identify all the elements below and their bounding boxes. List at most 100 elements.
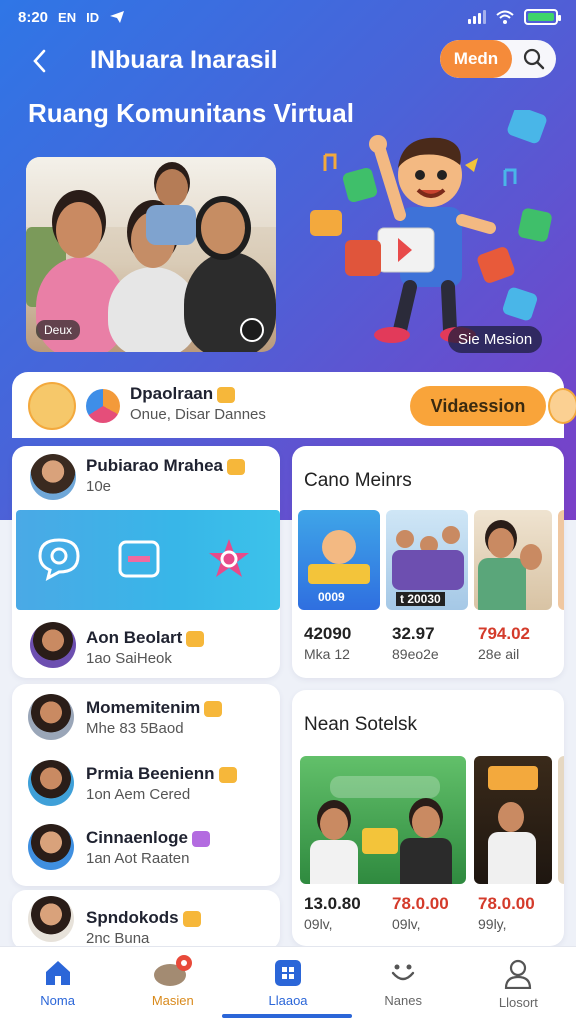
item-stat: 42090 — [304, 624, 352, 643]
item-stat: 794.02 — [478, 624, 530, 643]
pet-icon — [153, 955, 192, 986]
left-card-primary: Pubiarao Mrahea 10e Aon Beolart 1ao SaiH… — [12, 446, 280, 678]
user-name: Spndokods — [86, 908, 201, 928]
nav-label: Nanes — [384, 993, 422, 1008]
thumbnail[interactable]: t 20030 — [386, 510, 468, 610]
user-name: Prmia Beenienn — [86, 764, 237, 784]
hero-photo[interactable]: Deux — [26, 157, 276, 352]
back-button[interactable] — [22, 44, 56, 78]
featured-title: Dpaolraan — [130, 384, 236, 404]
section-new: Nean Sotelsk 13.0.80 09lv, 78.0.00 09lv,… — [292, 690, 564, 946]
item-sub: 09lv, — [304, 916, 333, 932]
avatar — [28, 896, 74, 942]
status-time: 8:20 — [18, 8, 49, 26]
nav-profile[interactable]: Llosort — [461, 947, 576, 1024]
featured-subtitle: Onue, Disar Dannes — [130, 406, 266, 423]
user-meta: 10e — [86, 478, 112, 495]
share-banner[interactable] — [16, 510, 280, 610]
item-stat: 78.0.00 — [392, 894, 449, 913]
nav-label: Llosort — [498, 995, 538, 1010]
thumbnail[interactable] — [300, 756, 466, 884]
illustration-caption: Sie Mesion — [448, 326, 543, 353]
cartoon-illustration — [310, 110, 552, 343]
home-icon — [45, 961, 70, 985]
media-search-pill[interactable]: Medn — [440, 40, 556, 78]
nav-home[interactable]: Noma — [0, 947, 115, 1024]
nav-label: Noma — [40, 993, 75, 1008]
list-item[interactable]: Aon Beolart 1ao SaiHeok — [12, 618, 280, 678]
window-icon — [118, 540, 160, 578]
emoji-badge-icon — [227, 458, 245, 475]
list-item[interactable]: Momemitenim Mhe 83 5Baod — [12, 688, 280, 748]
list-item[interactable]: Spndokods 2nc Buna — [12, 890, 280, 950]
thumbnail[interactable] — [558, 756, 564, 884]
section-popular: Cano Meinrs 0009 t 20030 42090 Mka 12 32… — [292, 446, 564, 678]
avatar — [28, 824, 74, 870]
section-title: Nean Sotelsk — [304, 714, 418, 735]
app-title: INbuara Inarasil — [90, 46, 278, 74]
status-icon-lang: EN — [58, 9, 77, 25]
status-icon-region: ID — [86, 9, 100, 25]
item-sub: 89eo2e — [392, 646, 439, 662]
photo-badge: Deux — [36, 320, 81, 340]
item-sub: 99ly, — [478, 916, 507, 932]
user-name: Momemitenim — [86, 698, 223, 718]
item-stat: 32.97 — [392, 624, 435, 643]
user-meta: 1ao SaiHeok — [86, 650, 172, 667]
thumbnail-tag: t 20030 — [396, 592, 445, 606]
thumbnail[interactable] — [558, 510, 564, 610]
user-name: Pubiarao Mrahea — [86, 456, 245, 476]
emoji-badge-icon — [186, 630, 205, 647]
item-sub: 28e ail — [478, 646, 520, 662]
battery-level — [528, 13, 554, 21]
thumbnail[interactable]: 0009 — [298, 510, 380, 610]
left-card-tail: Spndokods 2nc Buna — [12, 890, 280, 950]
list-item[interactable]: Pubiarao Mrahea 10e — [12, 446, 280, 506]
nav-active-indicator — [222, 1014, 352, 1018]
nav-grid[interactable]: Llaaoa — [230, 947, 345, 1024]
grid-icon — [275, 960, 301, 986]
emoji-badge-icon — [192, 830, 211, 847]
thumbnail[interactable] — [474, 756, 552, 884]
emoji-badge-icon — [217, 386, 236, 403]
emoji-badge-icon — [182, 910, 201, 927]
user-meta: Mhe 83 5Baod — [86, 720, 184, 737]
partial-avatar[interactable] — [548, 388, 576, 424]
play-icon[interactable] — [240, 318, 264, 342]
avatar — [28, 694, 74, 740]
nav-label: Llaaoa — [268, 993, 308, 1008]
item-sub: 09lv, — [392, 916, 421, 932]
featured-card[interactable]: Dpaolraan Onue, Disar Dannes Vidaession — [12, 372, 576, 438]
media-button[interactable]: Medn — [440, 40, 512, 78]
nav-masien[interactable]: Masien — [115, 947, 230, 1024]
emoji-badge-icon — [204, 700, 223, 717]
nav-label: Masien — [151, 993, 194, 1008]
chat-icon — [38, 538, 80, 581]
thumbnail[interactable] — [474, 510, 552, 610]
user-meta: 2nc Buna — [86, 930, 150, 947]
search-button[interactable] — [512, 40, 556, 78]
bottom-nav: Noma Masien Llaaoa Nanes Llosort — [0, 946, 576, 1024]
smile-icon — [392, 964, 415, 981]
signal-icon — [468, 10, 486, 24]
nav-nanes[interactable]: Nanes — [346, 947, 461, 1024]
user-name: Aon Beolart — [86, 628, 205, 648]
status-bar: 8:20 EN ID — [0, 0, 576, 34]
thumbnail-tag: 0009 — [318, 590, 345, 604]
wifi-icon — [496, 10, 514, 24]
item-stat: 13.0.80 — [304, 894, 361, 913]
emoji-badge-icon — [218, 766, 237, 783]
list-item[interactable]: Prmia Beenienn 1on Aem Cered — [12, 754, 280, 814]
person-icon — [505, 959, 532, 989]
app-bar: INbuara Inarasil Medn — [0, 40, 576, 84]
list-item[interactable]: Cinnaenloge 1an Aot Raaten — [12, 818, 280, 878]
user-meta: 1on Aem Cered — [86, 786, 191, 803]
sparkle-icon — [209, 539, 249, 577]
avatar — [30, 454, 76, 500]
left-card-list: Momemitenim Mhe 83 5Baod Prmia Beenienn … — [12, 684, 280, 886]
search-icon — [523, 48, 545, 70]
video-session-button[interactable]: Vidaession — [410, 386, 546, 426]
item-sub: Mka 12 — [304, 646, 350, 662]
chevron-left-icon — [33, 49, 46, 73]
battery-icon — [524, 9, 561, 25]
